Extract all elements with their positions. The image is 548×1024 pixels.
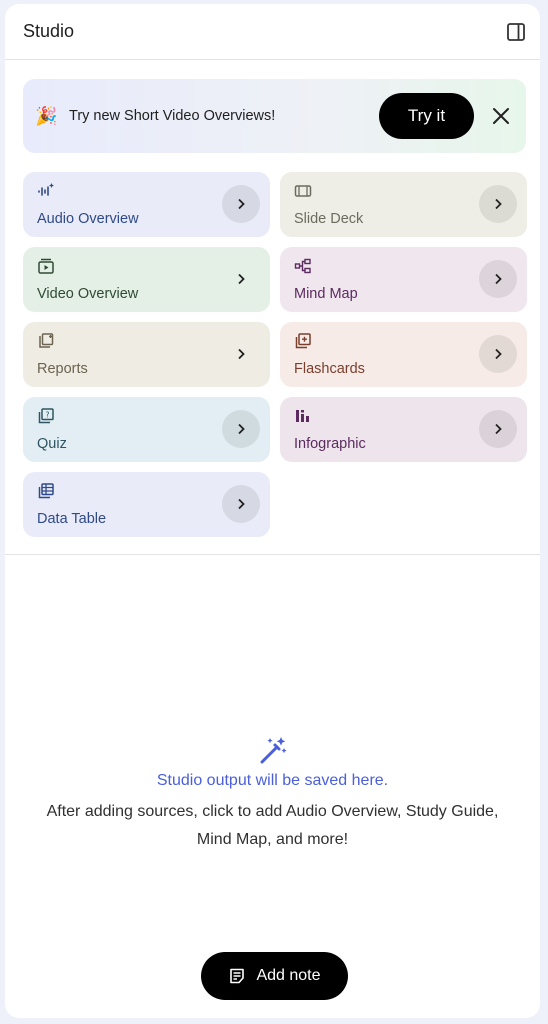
slides-icon [294, 182, 312, 200]
reports-card[interactable]: Reports [23, 322, 270, 387]
chevron-right-icon[interactable] [222, 185, 260, 223]
infographic-card[interactable]: Infographic [280, 397, 527, 462]
audio-waveform-icon [37, 182, 55, 200]
chevron-right-icon[interactable] [222, 335, 260, 373]
chevron-right-icon[interactable] [222, 260, 260, 298]
card-label: Video Overview [37, 286, 139, 302]
panel-title: Studio [23, 21, 75, 41]
promo-banner: 🎉 Try new Short Video Overviews! Try it [23, 79, 526, 153]
card-label: Slide Deck [294, 211, 364, 227]
party-popper-icon: 🎉 [35, 105, 58, 126]
magic-wand-icon [260, 737, 287, 764]
chevron-right-icon[interactable] [222, 485, 260, 523]
mind-map-icon [294, 257, 312, 275]
card-label: Audio Overview [37, 211, 139, 227]
video-icon [37, 257, 55, 275]
panel-toggle-icon[interactable] [504, 20, 528, 44]
section-divider [5, 554, 540, 555]
add-note-label: Add note [256, 967, 321, 984]
table-icon [37, 482, 55, 500]
studio-tools-grid: Audio Overview Slide Deck Video Overview… [23, 172, 527, 537]
empty-state-description: After adding sources, click to add Audio… [46, 803, 499, 848]
card-label: Data Table [37, 511, 107, 527]
card-label: Flashcards [294, 361, 365, 377]
card-label: Mind Map [294, 286, 358, 302]
data-table-card[interactable]: Data Table [23, 472, 270, 537]
card-label: Quiz [37, 436, 67, 452]
add-note-button[interactable]: Add note [201, 952, 348, 1000]
slide-deck-card[interactable]: Slide Deck [280, 172, 527, 237]
chevron-right-icon[interactable] [479, 260, 517, 298]
reports-icon [37, 332, 55, 350]
chevron-right-icon[interactable] [479, 335, 517, 373]
card-label: Reports [37, 361, 88, 377]
chevron-right-icon[interactable] [479, 185, 517, 223]
card-label: Infographic [294, 436, 366, 452]
video-overview-card[interactable]: Video Overview [23, 247, 270, 312]
try-it-button[interactable]: Try it [379, 93, 474, 139]
studio-header: Studio [5, 4, 540, 60]
flashcards-card[interactable]: Flashcards [280, 322, 527, 387]
mind-map-card[interactable]: Mind Map [280, 247, 527, 312]
close-icon[interactable] [488, 103, 514, 129]
quiz-icon: ? [37, 407, 55, 425]
audio-overview-card[interactable]: Audio Overview [23, 172, 270, 237]
studio-panel: Studio 🎉 Try new Short Video Overviews! … [5, 4, 540, 1018]
quiz-card[interactable]: ? Quiz [23, 397, 270, 462]
chevron-right-icon[interactable] [222, 410, 260, 448]
flashcards-icon [294, 332, 312, 350]
svg-text:?: ? [46, 410, 50, 419]
infographic-icon [294, 407, 312, 425]
note-icon [230, 968, 245, 984]
promo-text: Try new Short Video Overviews! [69, 108, 276, 124]
chevron-right-icon[interactable] [479, 410, 517, 448]
empty-state: Studio output will be saved here. After … [5, 734, 540, 854]
empty-state-headline: Studio output will be saved here. [156, 772, 389, 789]
